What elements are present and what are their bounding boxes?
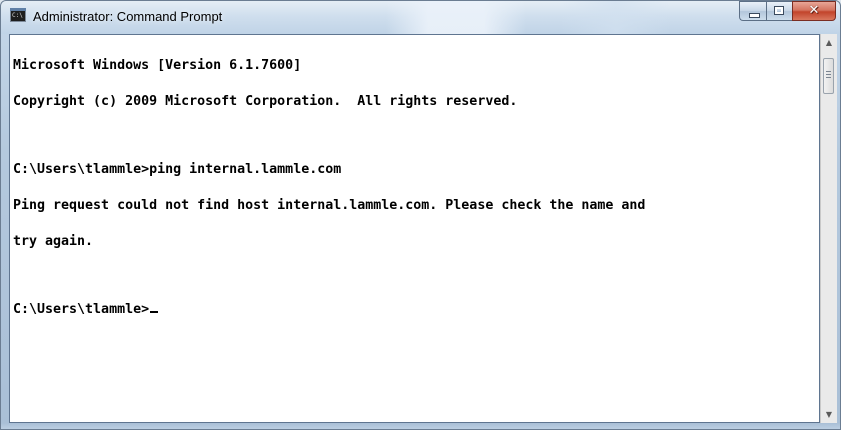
scroll-up-arrow-icon[interactable]: ▲: [821, 34, 837, 51]
grip-icon: [826, 71, 831, 80]
console-line: Ping request could not find host interna…: [13, 198, 646, 213]
scrollbar-thumb[interactable]: [823, 58, 834, 94]
command-prompt-window: Administrator: Command Prompt ✕ Microsof…: [0, 0, 841, 430]
console-line: try again.: [13, 234, 94, 249]
window-title: Administrator: Command Prompt: [33, 9, 223, 24]
text-cursor: [150, 311, 159, 313]
close-button[interactable]: ✕: [792, 1, 836, 21]
minimize-button[interactable]: [739, 1, 766, 21]
window-bottom-frame: [1, 423, 840, 429]
close-icon: ✕: [808, 3, 820, 18]
caption-buttons: ✕: [739, 1, 836, 22]
scroll-down-arrow-icon[interactable]: ▼: [821, 406, 837, 423]
vertical-scrollbar[interactable]: ▲ ▼: [820, 34, 837, 423]
console-line: Copyright (c) 2009 Microsoft Corporation…: [13, 94, 518, 109]
console-output[interactable]: Microsoft Windows [Version 6.1.7600] Cop…: [9, 34, 820, 423]
minimize-icon: [749, 13, 760, 18]
prompt-text: C:\Users\tlammle>: [13, 302, 150, 317]
maximize-button[interactable]: [766, 1, 792, 21]
cmd-icon[interactable]: [10, 8, 26, 22]
maximize-icon: [774, 6, 784, 15]
console-text: Microsoft Windows [Version 6.1.7600] Cop…: [13, 36, 819, 340]
prompt-line[interactable]: C:\Users\tlammle>: [13, 302, 819, 317]
console-line: C:\Users\tlammle>ping internal.lammle.co…: [13, 162, 342, 177]
title-bar[interactable]: Administrator: Command Prompt ✕: [1, 1, 840, 34]
console-line: Microsoft Windows [Version 6.1.7600]: [13, 58, 302, 73]
